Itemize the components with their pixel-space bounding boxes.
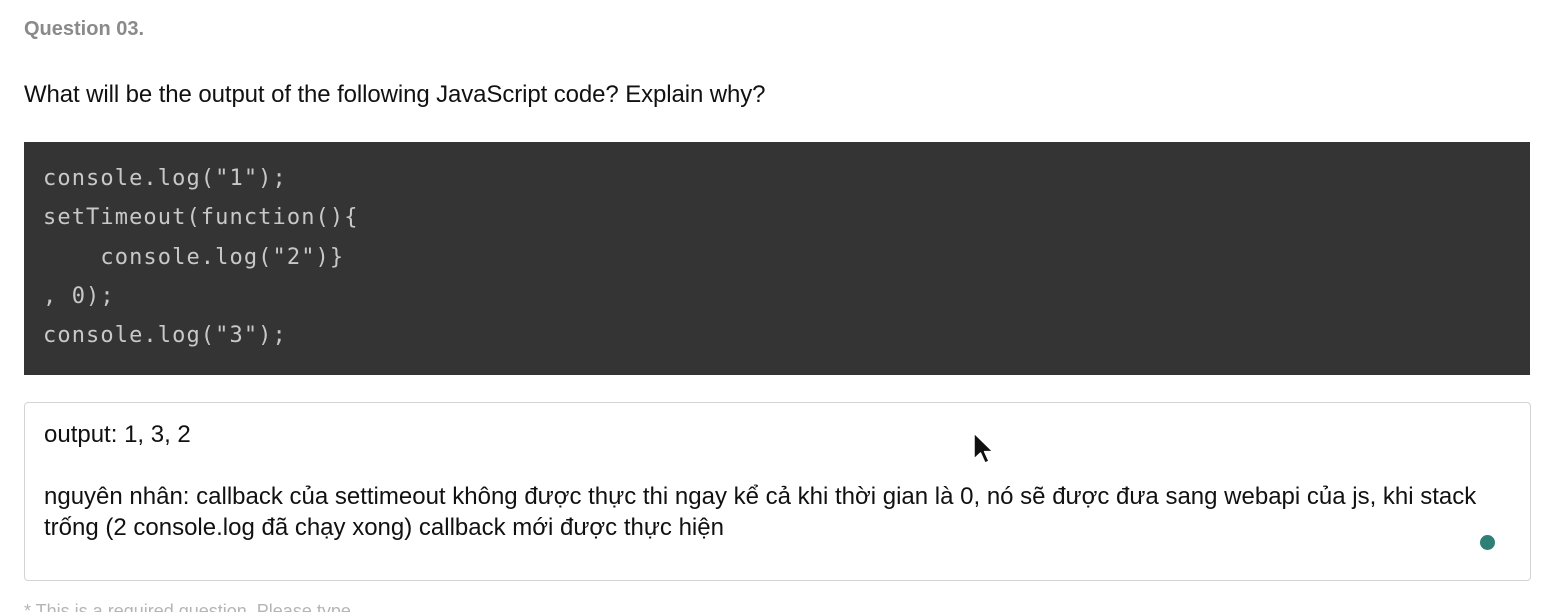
question-number: Question 03. (24, 18, 145, 40)
status-dot-icon (1480, 535, 1495, 550)
mouse-pointer-icon (973, 432, 994, 464)
code-line: , 0); (43, 283, 115, 309)
answer-blank-line (44, 450, 1500, 481)
code-block: console.log("1"); setTimeout(function(){… (24, 142, 1530, 375)
required-note: * This is a required question. Please ty… (24, 601, 351, 612)
answer-textarea[interactable]: output: 1, 3, 2 nguyên nhân: callback củ… (24, 402, 1531, 581)
answer-text[interactable]: output: 1, 3, 2 nguyên nhân: callback củ… (44, 419, 1500, 543)
question-prompt: What will be the output of the following… (24, 81, 766, 108)
answer-output-line: output: 1, 3, 2 (44, 421, 191, 448)
code-line: console.log("3"); (43, 323, 287, 349)
question-page: Question 03. What will be the output of … (0, 0, 1556, 612)
code-line: console.log("1"); (43, 166, 287, 191)
answer-explanation: nguyên nhân: callback của settimeout khô… (44, 483, 1477, 541)
code-line: setTimeout(function(){ (43, 205, 359, 231)
code-line: console.log("2")} (43, 244, 345, 270)
